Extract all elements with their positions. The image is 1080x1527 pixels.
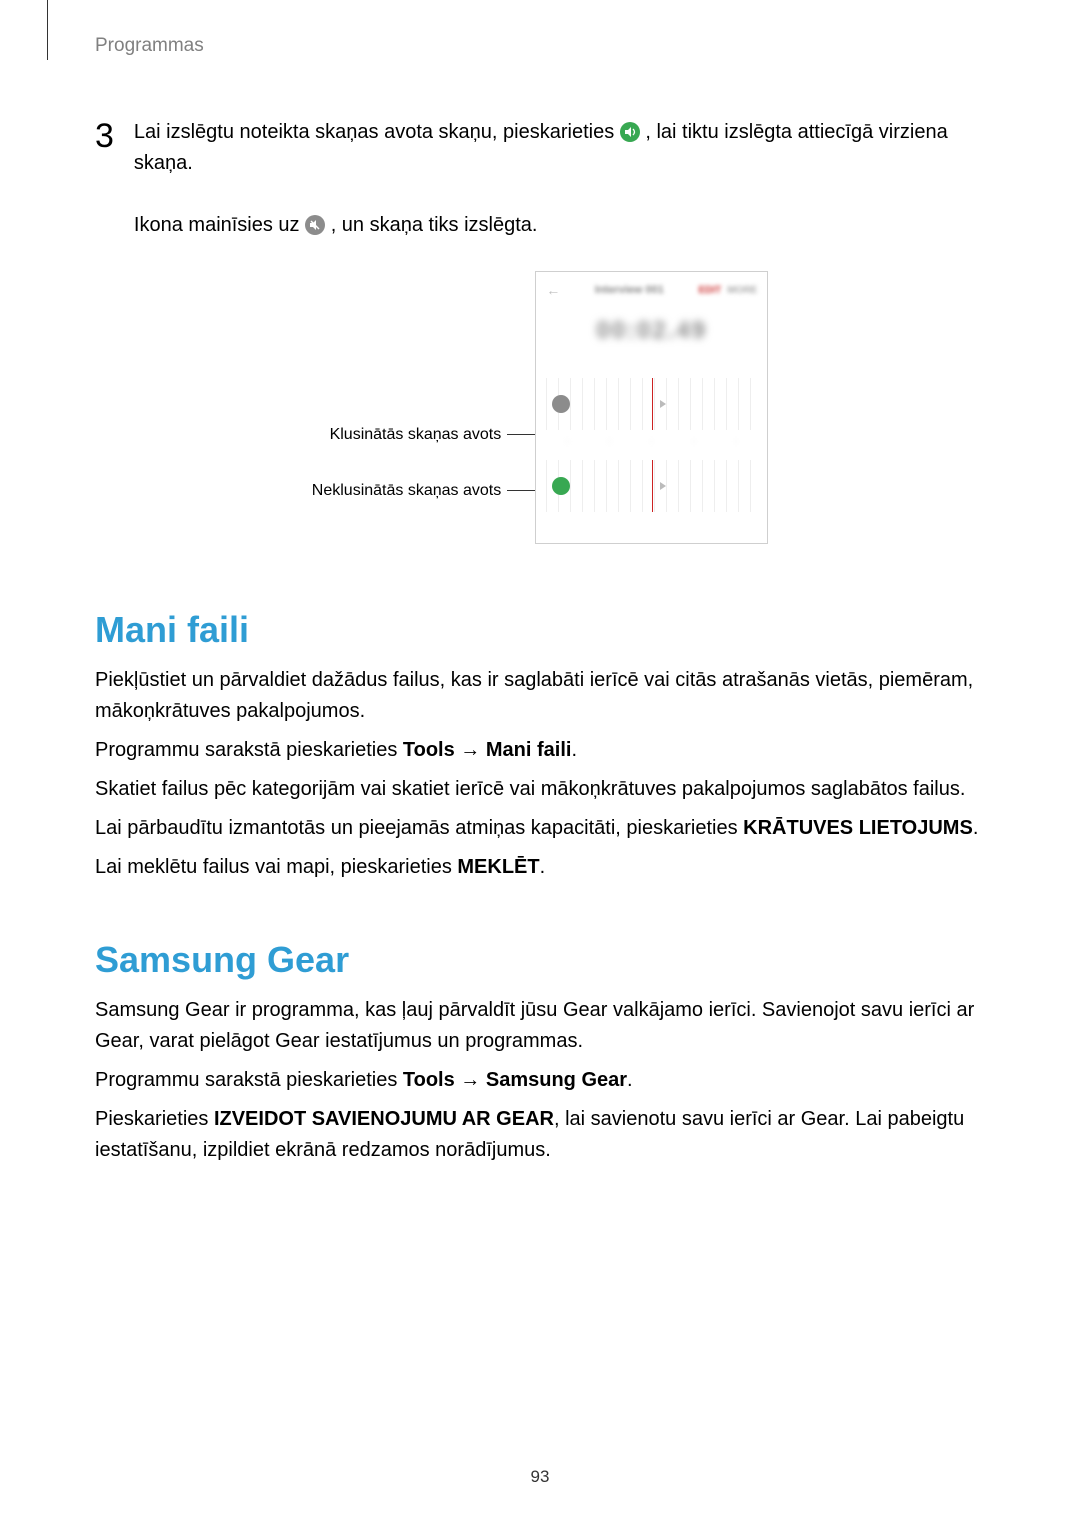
playhead-line	[652, 460, 653, 512]
paragraph: Programmu sarakstā pieskarieties Tools →…	[95, 735, 985, 766]
unmuted-dot-icon	[552, 477, 570, 495]
paragraph: Lai pārbaudītu izmantotās un pieejamās a…	[95, 813, 985, 844]
timer-text: 00:02.49	[536, 317, 767, 345]
bold: Samsung Gear	[486, 1069, 627, 1091]
sound-on-icon	[620, 122, 640, 142]
text: .	[540, 856, 546, 878]
step-3: 3 Lai izslēgtu noteikta skaņas avota ska…	[95, 117, 985, 241]
phone-screenshot: ← Interview 001 EDIT MORE 00:02.49 ·····	[535, 271, 768, 544]
paragraph: Skatiet failus pēc kategorijām vai skati…	[95, 774, 985, 805]
heading-samsung-gear: Samsung Gear	[95, 939, 985, 981]
text: .	[627, 1069, 633, 1091]
play-marker-icon	[660, 482, 666, 490]
text: Pieskarieties	[95, 1108, 214, 1130]
callout-line	[507, 434, 535, 435]
waveform-muted	[546, 378, 757, 430]
sound-muted-icon	[305, 215, 325, 235]
bold: Tools	[403, 1069, 455, 1091]
playhead-line	[652, 378, 653, 430]
illustration-block: Klusinātās skaņas avots Neklusinātās ska…	[95, 271, 985, 544]
time-ticks: ·····	[546, 436, 757, 446]
edit-label: EDIT	[698, 285, 721, 296]
page-left-rule	[47, 0, 48, 60]
text: Programmu sarakstā pieskarieties	[95, 739, 403, 761]
callout-label: Klusinātās skaņas avots	[330, 426, 502, 444]
step-text: Ikona mainīsies uz	[134, 214, 305, 236]
text: Lai meklētu failus vai mapi, pieskarieti…	[95, 856, 457, 878]
text: Programmu sarakstā pieskarieties	[95, 1069, 403, 1091]
step-text: Lai izslēgtu noteikta skaņas avota skaņu…	[134, 121, 620, 143]
paragraph: Pieskarieties IZVEIDOT SAVIENOJUMU AR GE…	[95, 1104, 985, 1166]
page-section-title: Programmas	[95, 35, 985, 57]
step-body: Lai izslēgtu noteikta skaņas avota skaņu…	[134, 117, 985, 241]
bold: Tools	[403, 739, 455, 761]
bold: MEKLĒT	[457, 856, 539, 878]
paragraph: Lai meklētu failus vai mapi, pieskarieti…	[95, 852, 985, 883]
bold: KRĀTUVES LIETOJUMS	[743, 817, 973, 839]
heading-mani-faili: Mani faili	[95, 609, 985, 651]
paragraph: Programmu sarakstā pieskarieties Tools →…	[95, 1065, 985, 1096]
more-label: MORE	[727, 285, 757, 296]
text: →	[455, 739, 486, 761]
text: .	[973, 817, 979, 839]
text: Lai pārbaudītu izmantotās un pieejamās a…	[95, 817, 743, 839]
screenshot-title: Interview 001	[595, 284, 664, 296]
step-text: , un skaņa tiks izslēgta.	[331, 214, 538, 236]
text: .	[571, 739, 577, 761]
bold: Mani faili	[486, 739, 572, 761]
callout-unmuted: Neklusinātās skaņas avots	[312, 482, 535, 500]
callout-label: Neklusinātās skaņas avots	[312, 482, 501, 500]
callout-muted: Klusinātās skaņas avots	[330, 426, 536, 444]
page-content: Programmas 3 Lai izslēgtu noteikta skaņa…	[0, 0, 1080, 1224]
callout-line	[507, 490, 535, 491]
text: →	[455, 1069, 486, 1091]
bold: IZVEIDOT SAVIENOJUMU AR GEAR	[214, 1108, 554, 1130]
muted-dot-icon	[552, 395, 570, 413]
back-arrow-icon: ←	[546, 282, 560, 298]
paragraph: Piekļūstiet un pārvaldiet dažādus failus…	[95, 665, 985, 727]
play-marker-icon	[660, 400, 666, 408]
step-number: 3	[95, 117, 114, 241]
waveform-unmuted	[546, 460, 757, 512]
paragraph: Samsung Gear ir programma, kas ļauj pārv…	[95, 995, 985, 1057]
page-number: 93	[0, 1467, 1080, 1487]
callout-column: Klusinātās skaņas avots Neklusinātās ska…	[312, 314, 535, 502]
